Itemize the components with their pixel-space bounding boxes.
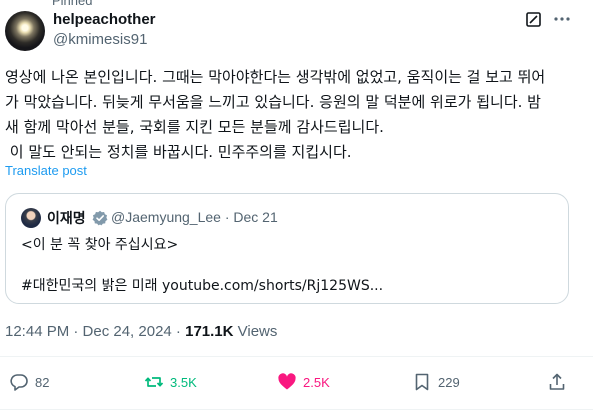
divider — [0, 409, 593, 410]
repost-count: 3.5K — [170, 374, 197, 390]
like-button[interactable]: 2.5K — [277, 372, 330, 392]
repost-icon — [144, 377, 164, 387]
more-icon[interactable] — [553, 10, 571, 28]
reply-count: 82 — [35, 374, 50, 390]
verified-badge-icon — [92, 210, 108, 226]
tweet-timestamp[interactable]: 12:44 PM · Dec 24, 2024 · — [5, 323, 185, 340]
translate-post-link[interactable]: Translate post — [5, 163, 87, 178]
author-avatar[interactable] — [5, 11, 45, 51]
tweet-timestamp-row: 12:44 PM · Dec 24, 2024 · 171.1K Views — [5, 323, 277, 340]
grok-icon[interactable] — [526, 12, 541, 27]
tweet-text-line: 영상에 나온 본인입니다. 그때는 막아야한다는 생각밖에 없었고, 움직이는 … — [5, 68, 546, 86]
reply-button[interactable]: 82 — [9, 372, 49, 392]
views-label: Views — [233, 323, 278, 340]
quoted-author-name: 이재명 — [47, 211, 86, 227]
quoted-tweet-card[interactable]: 이재명 @Jaemyung_Lee · Dec 21 <이 분 꼭 찾아 주십시… — [5, 193, 569, 304]
repost-button[interactable]: 3.5K — [144, 372, 197, 392]
heart-icon — [278, 373, 296, 390]
bookmark-icon — [415, 373, 429, 391]
pinned-label: Pinned — [52, 0, 93, 8]
quoted-author-avatar — [21, 208, 41, 228]
quoted-text-line: <이 분 꼭 찾아 주십시요> — [21, 237, 179, 253]
quoted-text-line: #대한민국의 밝은 미래 youtube.com/shorts/Rj125WS.… — [21, 278, 384, 294]
author-handle[interactable]: @kmimesis91 — [53, 31, 147, 48]
like-count: 2.5K — [303, 374, 330, 390]
tweet-text-line: 가 막았습니다. 뒤늦게 무서움을 느끼고 있습니다. 응원의 말 덕분에 위로… — [5, 93, 541, 111]
bookmark-count: 229 — [438, 374, 460, 390]
tweet-text-line: 이 말도 안되는 정치를 바꿉시다. 민주주의를 지킵시다. — [5, 143, 352, 161]
divider — [0, 356, 593, 357]
reply-icon — [10, 374, 28, 391]
quoted-meta: @Jaemyung_Lee · Dec 21 — [111, 209, 278, 225]
bookmark-button[interactable]: 229 — [412, 372, 460, 392]
tweet-text: 영상에 나온 본인입니다. 그때는 막아야한다는 생각밖에 없었고, 움직이는 … — [5, 65, 585, 165]
share-icon — [549, 373, 565, 390]
tweet-text-line: 새 함께 막아선 분들, 국회를 지킨 모든 분들께 감사드립니다. — [5, 118, 384, 136]
author-display-name[interactable]: helpeachother — [53, 11, 156, 28]
share-button[interactable] — [547, 372, 573, 392]
views-count: 171.1K — [185, 323, 234, 340]
